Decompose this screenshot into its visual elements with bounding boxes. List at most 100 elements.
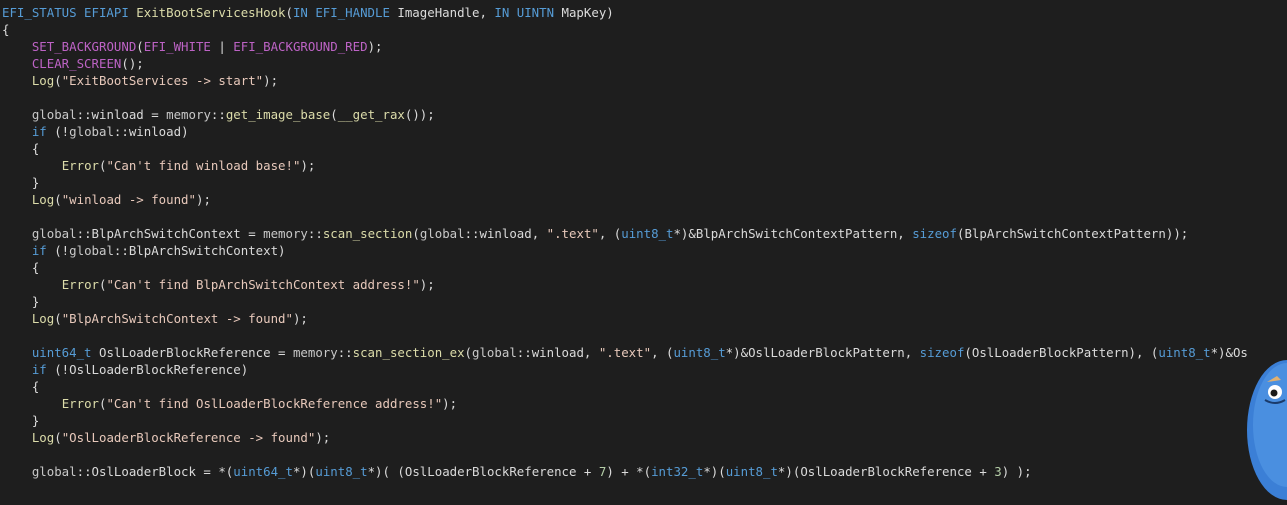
code-line[interactable]: Error("Can't find winload base!"); <box>0 157 1287 174</box>
code-token: *)( <box>292 464 316 479</box>
code-token: ) + *( <box>606 464 652 479</box>
code-line[interactable] <box>0 327 1287 344</box>
code-line[interactable] <box>0 89 1287 106</box>
code-area[interactable]: EFI_STATUS EFIAPI ExitBootServicesHook(I… <box>0 4 1287 480</box>
code-line[interactable]: Log("BlpArchSwitchContext -> found"); <box>0 310 1287 327</box>
code-token: "winload -> found" <box>61 192 196 207</box>
code-token: ); <box>315 430 331 445</box>
code-token: scan_section <box>322 226 413 241</box>
code-line[interactable]: Log("OslLoaderBlockReference -> found"); <box>0 429 1287 446</box>
code-line[interactable]: Log("ExitBootServices -> start"); <box>0 72 1287 89</box>
code-token: + <box>576 464 599 479</box>
code-token: :: <box>76 464 92 479</box>
code-token: ( <box>54 73 62 88</box>
code-token: } <box>2 413 40 428</box>
code-line[interactable]: { <box>0 259 1287 276</box>
code-token: uint8_t <box>315 464 368 479</box>
code-line[interactable]: Log("winload -> found"); <box>0 191 1287 208</box>
code-token: , ( <box>651 345 674 360</box>
code-token: = <box>270 345 293 360</box>
code-token: "Can't find BlpArchSwitchContext address… <box>106 277 420 292</box>
code-line[interactable]: global::OslLoaderBlock = *(uint64_t*)(ui… <box>0 463 1287 480</box>
code-token: ( <box>54 311 62 326</box>
code-token: IN UINTN <box>494 5 562 20</box>
code-token: , <box>904 345 920 360</box>
code-line[interactable]: if (!OslLoaderBlockReference) <box>0 361 1287 378</box>
code-token: global <box>69 243 114 258</box>
code-line[interactable]: Error("Can't find BlpArchSwitchContext a… <box>0 276 1287 293</box>
code-token: , <box>897 226 913 241</box>
code-line[interactable]: } <box>0 293 1287 310</box>
code-token: ); <box>300 158 316 173</box>
code-token: (! <box>46 124 70 139</box>
code-token: if <box>31 362 47 377</box>
code-token: CLEAR_SCREEN <box>31 56 122 71</box>
code-token: winload <box>479 226 532 241</box>
code-token: ); <box>292 311 308 326</box>
code-editor[interactable]: EFI_STATUS EFIAPI ExitBootServicesHook(I… <box>0 0 1287 489</box>
code-token: 3 <box>994 464 1002 479</box>
code-token: memory <box>166 107 211 122</box>
code-token: global <box>69 124 114 139</box>
code-line[interactable] <box>0 208 1287 225</box>
code-token: , <box>583 345 599 360</box>
code-token: ImageHandle, <box>397 5 495 20</box>
code-token: ); <box>195 192 211 207</box>
code-token: | <box>210 39 234 54</box>
code-token: get_image_base <box>225 107 331 122</box>
code-line[interactable]: { <box>0 140 1287 157</box>
code-token: :: <box>113 243 129 258</box>
code-line[interactable]: { <box>0 21 1287 38</box>
code-token: *)( <box>777 464 801 479</box>
code-line[interactable]: Error("Can't find OslLoaderBlockReferenc… <box>0 395 1287 412</box>
code-token: = <box>143 107 167 122</box>
code-token: ".text" <box>598 345 652 360</box>
code-token: winload <box>531 345 584 360</box>
code-line[interactable]: if (!global::winload) <box>0 123 1287 140</box>
code-line[interactable]: if (!global::BlpArchSwitchContext) <box>0 242 1287 259</box>
code-token: SET_BACKGROUND <box>31 39 137 54</box>
code-token: uint8_t <box>621 226 674 241</box>
code-token: = <box>240 226 264 241</box>
code-token: ) <box>240 362 249 377</box>
code-line[interactable]: global::BlpArchSwitchContext = memory::s… <box>0 225 1287 242</box>
code-token: uint8_t <box>725 464 778 479</box>
code-token: EFI_BACKGROUND_RED <box>233 39 368 54</box>
code-token: __get_rax <box>337 107 405 122</box>
code-token: ( <box>54 192 62 207</box>
code-token: *)&Os <box>1210 345 1248 360</box>
code-line[interactable]: { <box>0 378 1287 395</box>
code-line[interactable]: CLEAR_SCREEN(); <box>0 55 1287 72</box>
code-token: (! <box>46 243 70 258</box>
code-token: IN EFI_HANDLE <box>292 5 398 20</box>
code-line[interactable]: SET_BACKGROUND(EFI_WHITE | EFI_BACKGROUN… <box>0 38 1287 55</box>
code-token: = *( <box>195 464 234 479</box>
code-token: :: <box>113 124 129 139</box>
code-line[interactable]: global::winload = memory::get_image_base… <box>0 106 1287 123</box>
code-token: sizeof <box>919 345 965 360</box>
code-token: global <box>31 107 77 122</box>
code-line[interactable]: uint64_t OslLoaderBlockReference = memor… <box>0 344 1287 361</box>
code-token: )); <box>1165 226 1189 241</box>
code-token: uint64_t <box>31 345 99 360</box>
code-token: int32_t <box>651 464 704 479</box>
code-line[interactable]: EFI_STATUS EFIAPI ExitBootServicesHook(I… <box>0 4 1287 21</box>
code-line[interactable]: } <box>0 174 1287 191</box>
code-token: } <box>2 294 40 309</box>
code-line[interactable]: } <box>0 412 1287 429</box>
code-line[interactable] <box>0 446 1287 463</box>
code-token: ) <box>181 124 189 139</box>
code-token: sizeof <box>912 226 957 241</box>
code-token: EFI_STATUS EFIAPI <box>2 5 137 20</box>
code-token: , ( <box>598 226 622 241</box>
code-token: *)& <box>725 345 749 360</box>
code-token: winload <box>91 107 144 122</box>
